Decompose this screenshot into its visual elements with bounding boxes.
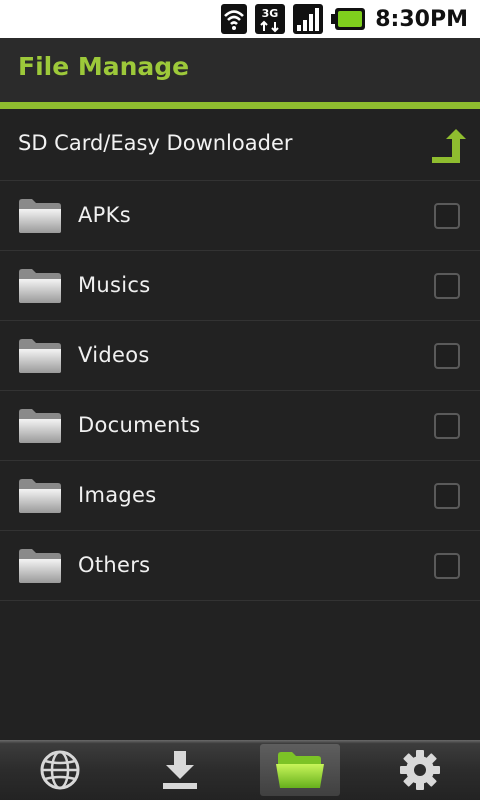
nav-browser[interactable] — [0, 740, 120, 800]
folder-name: Documents — [78, 413, 201, 437]
list-item-others[interactable]: Others — [0, 531, 480, 601]
folder-checkbox[interactable] — [434, 203, 460, 229]
status-bar: 3G 8:30PM — [0, 0, 480, 38]
folder-list: APKs Musics Videos Documents Images Othe… — [0, 181, 480, 601]
folder-icon — [18, 338, 62, 374]
folder-icon — [18, 478, 62, 514]
globe-icon — [40, 750, 80, 790]
network-label: 3G — [262, 7, 279, 20]
clock: 8:30PM — [375, 6, 468, 32]
folder-icon — [18, 408, 62, 444]
list-item-images[interactable]: Images — [0, 461, 480, 531]
folder-name: Videos — [78, 343, 150, 367]
folder-name: Musics — [78, 273, 151, 297]
list-item-videos[interactable]: Videos — [0, 321, 480, 391]
folder-name: Others — [78, 553, 151, 577]
folder-name: Images — [78, 483, 157, 507]
3g-data-icon: 3G — [255, 4, 286, 34]
nav-file-manager[interactable] — [240, 740, 360, 800]
battery-icon — [331, 4, 366, 34]
folder-icon — [276, 752, 324, 788]
folder-up-icon[interactable] — [430, 127, 466, 163]
folder-checkbox[interactable] — [434, 553, 460, 579]
nav-settings[interactable] — [360, 740, 480, 800]
folder-checkbox[interactable] — [434, 413, 460, 439]
list-item-documents[interactable]: Documents — [0, 391, 480, 461]
download-icon — [163, 751, 197, 789]
wifi-icon — [221, 4, 248, 34]
folder-icon — [18, 268, 62, 304]
page-title: File Manage — [18, 52, 190, 81]
nav-downloads[interactable] — [120, 740, 240, 800]
app-title-bar: File Manage — [0, 38, 480, 102]
list-item-apks[interactable]: APKs — [0, 181, 480, 251]
title-accent-divider — [0, 102, 480, 109]
current-path-bar: SD Card/Easy Downloader — [0, 109, 480, 181]
folder-checkbox[interactable] — [434, 343, 460, 369]
signal-icon — [293, 4, 324, 34]
gear-icon — [400, 750, 440, 790]
bottom-nav — [0, 740, 480, 800]
folder-checkbox[interactable] — [434, 273, 460, 299]
folder-name: APKs — [78, 203, 131, 227]
list-item-musics[interactable]: Musics — [0, 251, 480, 321]
current-path: SD Card/Easy Downloader — [18, 131, 293, 155]
folder-checkbox[interactable] — [434, 483, 460, 509]
folder-icon — [18, 548, 62, 584]
folder-icon — [18, 198, 62, 234]
